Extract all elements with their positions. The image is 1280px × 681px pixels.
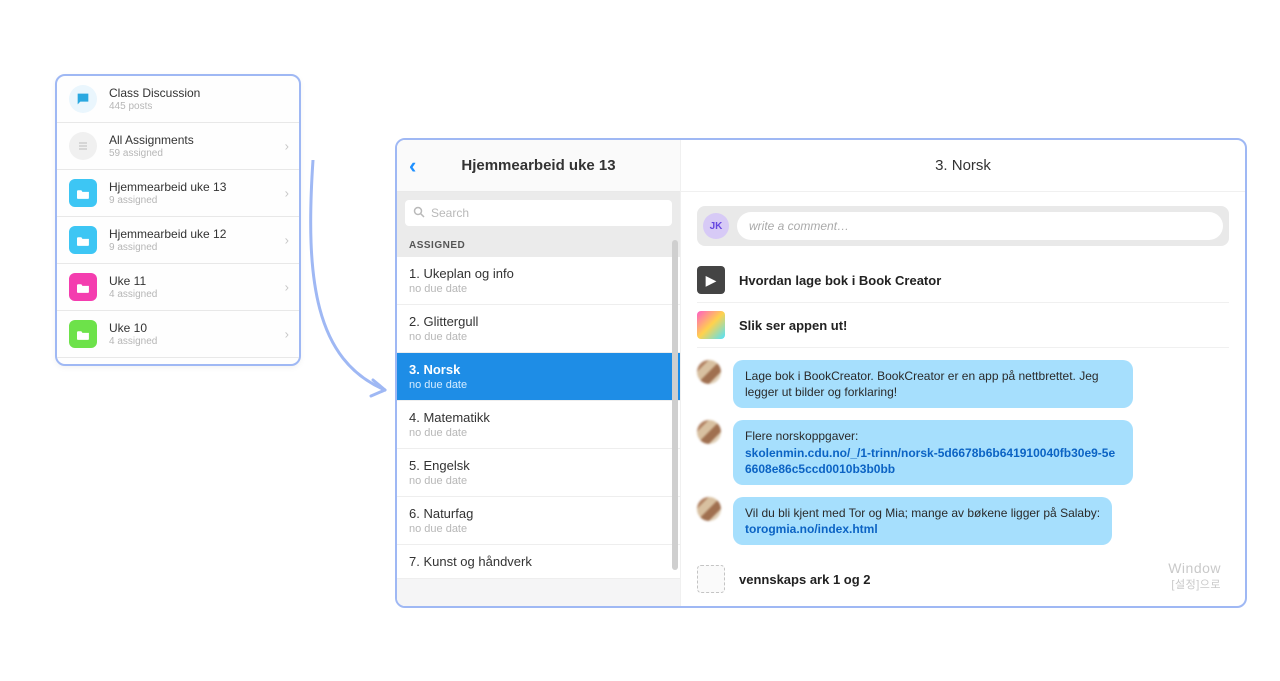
sidebar-item[interactable]: All Assignments 59 assigned › (57, 123, 299, 170)
chevron-right-icon: › (285, 280, 289, 295)
teacher-avatar-icon (697, 497, 721, 521)
message-text: Lage bok i BookCreator. BookCreator er e… (745, 369, 1099, 399)
assignment-row[interactable]: 6. Naturfag no due date (397, 497, 680, 545)
chat-icon (69, 85, 97, 113)
message-bubble: Flere norskoppgaver: skolenmin.cdu.no/_/… (733, 420, 1133, 485)
video-icon: ▶ (697, 266, 725, 294)
teacher-avatar-icon (697, 360, 721, 384)
content-body: JK ▶ Hvordan lage bok i Book Creator Sli… (681, 192, 1245, 606)
search-icon (413, 206, 425, 221)
attachment-label: Hvordan lage bok i Book Creator (739, 273, 941, 288)
chevron-right-icon: › (285, 186, 289, 201)
assignment-title: 7. Kunst og håndverk (409, 554, 668, 569)
assignment-sub: no due date (409, 523, 668, 535)
assignment-title: 4. Matematikk (409, 410, 668, 425)
sidebar-item-title: Hjemmearbeid uke 13 (109, 180, 287, 194)
folder-icon (69, 273, 97, 301)
sidebar-item-title: Uke 10 (109, 321, 287, 335)
chevron-right-icon: › (285, 233, 289, 248)
message-bubble: Lage bok i BookCreator. BookCreator er e… (733, 360, 1133, 408)
sidebar-item[interactable]: Class Discussion 445 posts (57, 76, 299, 123)
content-title: 3. Norsk (681, 140, 1245, 192)
folder-icon (69, 179, 97, 207)
sidebar-item[interactable]: Uke 9 4 assigned › (57, 358, 299, 366)
message-text: Vil du bli kjent med Tor og Mia; mange a… (745, 506, 1100, 520)
app-icon (697, 311, 725, 339)
sidebar-item-title: Class Discussion (109, 86, 287, 100)
avatar: JK (703, 213, 729, 239)
sidebar-item-sub: 445 posts (109, 101, 287, 112)
sidebar-item-sub: 59 assigned (109, 148, 287, 159)
chevron-right-icon: › (285, 139, 289, 154)
sidebar-item[interactable]: Hjemmearbeid uke 13 9 assigned › (57, 170, 299, 217)
message-text: Flere norskoppgaver: (745, 429, 858, 443)
assignment-list-column: ‹ Hjemmearbeid uke 13 ASSIGNED 1. Ukepla… (397, 140, 681, 606)
document-icon (697, 565, 725, 593)
assignment-title: 6. Naturfag (409, 506, 668, 521)
list-icon (69, 132, 97, 160)
assignment-sub: no due date (409, 283, 668, 295)
sidebar-item-sub: 4 assigned (109, 289, 287, 300)
assignment-list-header: ‹ Hjemmearbeid uke 13 (397, 140, 680, 192)
sidebar-item[interactable]: Uke 11 4 assigned › (57, 264, 299, 311)
chevron-right-icon: › (285, 327, 289, 342)
assignment-content-column: 3. Norsk JK ▶ Hvordan lage bok i Book Cr… (681, 140, 1245, 606)
assignment-title: 3. Norsk (409, 362, 668, 377)
assignment-title: 2. Glittergull (409, 314, 668, 329)
assignment-title: 1. Ukeplan og info (409, 266, 668, 281)
detail-panel: ‹ Hjemmearbeid uke 13 ASSIGNED 1. Ukepla… (395, 138, 1247, 608)
search-wrap (397, 192, 680, 234)
assignment-row[interactable]: 7. Kunst og håndverk (397, 545, 680, 579)
sidebar-item-title: Hjemmearbeid uke 12 (109, 227, 287, 241)
sidebar-item-sub: 9 assigned (109, 195, 287, 206)
assignment-title: 5. Engelsk (409, 458, 668, 473)
assignment-row[interactable]: 2. Glittergull no due date (397, 305, 680, 353)
attachment-label: Slik ser appen ut! (739, 318, 847, 333)
message-link[interactable]: skolenmin.cdu.no/_/1-trinn/norsk-5d6678b… (745, 446, 1115, 476)
assignment-row[interactable]: 1. Ukeplan og info no due date (397, 257, 680, 305)
sidebar-item-sub: 4 assigned (109, 336, 287, 347)
teacher-avatar-icon (697, 420, 721, 444)
connector-arrow (295, 160, 405, 420)
sidebar-item-title: Uke 11 (109, 274, 287, 288)
assignment-sub: no due date (409, 475, 668, 487)
folder-icon (69, 226, 97, 254)
search-input[interactable] (405, 200, 672, 226)
section-header-assigned: ASSIGNED (397, 234, 680, 257)
message-bubble: Vil du bli kjent med Tor og Mia; mange a… (733, 497, 1112, 545)
watermark-main: Window (1168, 560, 1221, 576)
assignment-list-title: Hjemmearbeid uke 13 (397, 157, 680, 174)
sidebar-item-sub: 9 assigned (109, 242, 287, 253)
message-link[interactable]: torogmia.no/index.html (745, 522, 878, 536)
folder-icon (69, 320, 97, 348)
message-row: Lage bok i BookCreator. BookCreator er e… (697, 360, 1229, 408)
back-button[interactable]: ‹ (409, 153, 416, 179)
class-sidebar: Class Discussion 445 posts All Assignmen… (55, 74, 301, 366)
sidebar-item[interactable]: Uke 10 4 assigned › (57, 311, 299, 358)
assignment-scroll: ASSIGNED 1. Ukeplan og info no due date … (397, 234, 680, 606)
attachment-row-app[interactable]: Slik ser appen ut! (697, 303, 1229, 348)
attachment-row-doc[interactable]: vennskaps ark 1 og 2 (697, 557, 1229, 601)
sidebar-item-title: All Assignments (109, 133, 287, 147)
watermark: Window [설정]으로 (1168, 560, 1221, 592)
comment-bar: JK (697, 206, 1229, 246)
sidebar-item[interactable]: Hjemmearbeid uke 12 9 assigned › (57, 217, 299, 264)
message-row: Flere norskoppgaver: skolenmin.cdu.no/_/… (697, 420, 1229, 485)
assignment-sub: no due date (409, 331, 668, 343)
scrollbar[interactable] (672, 240, 678, 570)
attachment-label: vennskaps ark 1 og 2 (739, 572, 871, 587)
assignment-row[interactable]: 5. Engelsk no due date (397, 449, 680, 497)
attachment-row-video[interactable]: ▶ Hvordan lage bok i Book Creator (697, 258, 1229, 303)
assignment-row[interactable]: 4. Matematikk no due date (397, 401, 680, 449)
watermark-sub: [설정]으로 (1168, 576, 1221, 592)
message-row: Vil du bli kjent med Tor og Mia; mange a… (697, 497, 1229, 545)
assignment-sub: no due date (409, 379, 668, 391)
assignment-sub: no due date (409, 427, 668, 439)
assignment-row[interactable]: 3. Norsk no due date (397, 353, 680, 401)
comment-input[interactable] (737, 212, 1223, 240)
